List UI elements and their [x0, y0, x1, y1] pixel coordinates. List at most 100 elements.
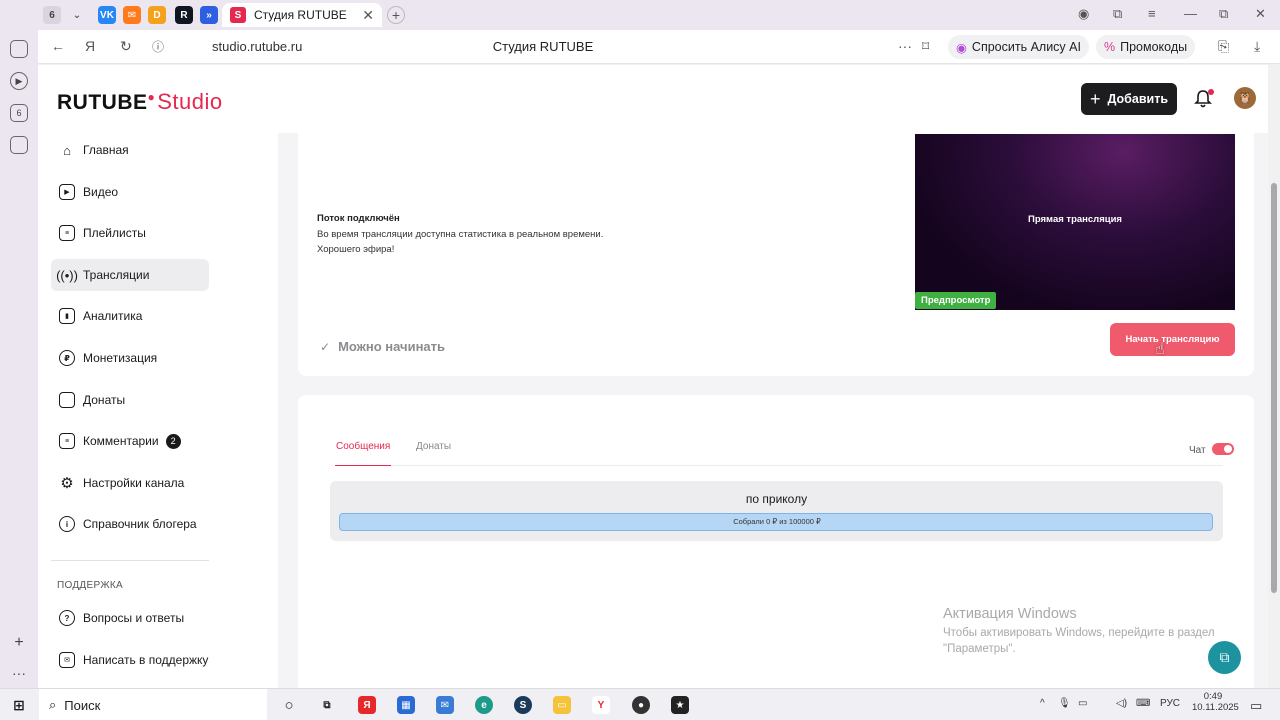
- active-tab-title: Студия RUTUBE: [254, 8, 347, 22]
- mail-icon: ✉: [59, 652, 75, 668]
- menu-icon[interactable]: ≡: [1148, 6, 1156, 21]
- network-icon[interactable]: ▭: [1078, 698, 1087, 709]
- sidebar-item-home[interactable]: ⌂ Главная: [51, 134, 209, 166]
- support-section-title: ПОДДЕРЖКА: [57, 580, 123, 591]
- sidebar-item-faq[interactable]: ? Вопросы и ответы: [51, 602, 209, 634]
- page-scrollbar[interactable]: [1268, 65, 1280, 688]
- video-icon: ▶: [59, 184, 75, 200]
- explorer-icon[interactable]: ▭: [553, 696, 571, 714]
- active-tab[interactable]: S Студия RUTUBE ✕: [222, 3, 382, 27]
- sidebar-item-broadcasts[interactable]: ((•)) Трансляции: [51, 259, 209, 291]
- sidebar-item-video[interactable]: ▶ Видео: [51, 176, 209, 208]
- rail-more-icon[interactable]: ···: [10, 664, 28, 682]
- support-chat-icon[interactable]: ⧉: [1208, 641, 1241, 674]
- goal-progress-text: Собрали 0 ₽ из 100000 ₽: [733, 517, 821, 526]
- download-icon[interactable]: ⤓: [1254, 38, 1260, 55]
- sidebar-item-label: Вопросы и ответы: [83, 611, 185, 625]
- volume-icon[interactable]: ◁): [1116, 698, 1127, 709]
- yandex-browser-icon[interactable]: Y: [592, 696, 610, 714]
- tab-donations[interactable]: Донаты: [416, 441, 451, 452]
- microphone-icon[interactable]: 🎙: [1058, 698, 1071, 709]
- new-tab-icon[interactable]: +: [387, 6, 405, 24]
- stream-status-line: Хорошего эфира!: [317, 244, 395, 255]
- add-button-label: Добавить: [1107, 92, 1169, 106]
- store-icon[interactable]: ▦: [397, 696, 415, 714]
- tab-group-counter[interactable]: 6: [43, 6, 61, 24]
- screenshot-icon[interactable]: [10, 136, 28, 154]
- add-button[interactable]: + Добавить: [1081, 83, 1177, 115]
- sidebar-item-label: Главная: [83, 143, 129, 157]
- language-indicator[interactable]: РУС: [1160, 698, 1180, 709]
- arrow-tab-icon[interactable]: »: [200, 6, 218, 24]
- steam-icon[interactable]: S: [514, 696, 532, 714]
- tray-chevron-icon[interactable]: ^: [1040, 698, 1045, 709]
- chat-toggle-label: Чат: [1189, 445, 1206, 456]
- goal-title: по приколу: [745, 492, 808, 506]
- rail-add-icon[interactable]: +: [10, 634, 28, 652]
- sidebar-item-contact-support[interactable]: ✉ Написать в поддержку: [51, 644, 209, 676]
- rutube-studio-logo[interactable]: RUTUBE●Studio: [57, 89, 223, 115]
- tab-counter-icon[interactable]: 6: [10, 104, 28, 122]
- clock[interactable]: 0:49 10.11.2025: [1192, 691, 1239, 713]
- obs-icon[interactable]: ●: [632, 696, 650, 714]
- chevron-down-icon[interactable]: ⌄: [68, 6, 86, 24]
- sidebar-item-donations[interactable]: Донаты: [51, 384, 209, 416]
- sidebar-item-monetization[interactable]: ₽ Монетизация: [51, 342, 209, 374]
- play-icon[interactable]: ▶: [10, 72, 28, 90]
- scroll-thumb[interactable]: [1271, 183, 1277, 593]
- ready-status: ✓ Можно начинать: [320, 339, 445, 354]
- tabs-overview-icon[interactable]: ⧉: [1113, 6, 1122, 22]
- close-tab-icon[interactable]: ✕: [362, 7, 374, 24]
- vk-tab-icon[interactable]: VK: [98, 6, 116, 24]
- avatar[interactable]: 🦉: [1234, 87, 1256, 109]
- sidebar-item-label: Монетизация: [83, 351, 158, 365]
- alice-icon: ◉: [956, 40, 967, 55]
- game-icon[interactable]: ★: [671, 696, 689, 714]
- mail-app-icon[interactable]: ✉: [436, 696, 454, 714]
- mail-tab-icon[interactable]: ✉: [123, 6, 141, 24]
- toggle-knob: [1224, 445, 1232, 453]
- start-broadcast-button[interactable]: Начать трансляцию: [1110, 323, 1235, 356]
- sidebar-item-channel-settings[interactable]: ⚙ Настройки канала: [51, 467, 209, 499]
- chat-toggle[interactable]: [1212, 443, 1234, 455]
- close-window-icon[interactable]: ✕: [1255, 6, 1266, 22]
- yandex-app-icon[interactable]: Я: [358, 696, 376, 714]
- donation-goal: по приколу Собрали 0 ₽ из 100000 ₽: [330, 481, 1223, 541]
- taskbar-search-label: Поиск: [64, 697, 101, 713]
- sidebar-item-analytics[interactable]: ▮ Аналитика: [51, 300, 209, 332]
- task-view-icon[interactable]: ⧉: [318, 696, 336, 714]
- sidebar-item-playlists[interactable]: ≡ Плейлисты: [51, 217, 209, 249]
- sidebar-item-blogger-guide[interactable]: i Справочник блогера: [51, 508, 209, 540]
- ready-label: Можно начинать: [338, 339, 446, 354]
- page-title: Студия RUTUBE: [492, 39, 594, 54]
- rutube-tab-icon[interactable]: R: [175, 6, 193, 24]
- reader-icon[interactable]: ⎘: [1218, 38, 1229, 55]
- stream-preview[interactable]: Прямая трансляция Предпросмотр: [915, 134, 1235, 310]
- more-icon[interactable]: ···: [898, 38, 912, 54]
- search-icon: ⌕: [49, 697, 57, 712]
- taskbar-search[interactable]: ⌕ Поиск: [39, 689, 267, 720]
- edge-icon[interactable]: e: [475, 696, 493, 714]
- cortana-icon[interactable]: ○: [280, 696, 298, 714]
- tab-messages[interactable]: Сообщения: [336, 441, 390, 452]
- profile-icon[interactable]: ◉: [1078, 6, 1089, 22]
- notification-dot: [1208, 89, 1214, 95]
- notifications-icon[interactable]: ▭: [1250, 698, 1262, 714]
- clock-date: 10.11.2025: [1192, 702, 1239, 713]
- windows-activation-watermark: Активация Windows Чтобы активировать Win…: [943, 606, 1215, 657]
- windows-start-icon[interactable]: ⊞: [10, 696, 28, 714]
- gear-icon: ⚙: [60, 475, 74, 492]
- sidebar-item-comments[interactable]: ≡ Комментарии 2: [51, 425, 209, 457]
- restore-icon[interactable]: ⧉: [1219, 6, 1228, 22]
- bookmark-icon[interactable]: ⌑: [922, 38, 929, 55]
- promo-button[interactable]: % Промокоды: [1096, 35, 1196, 59]
- dzen-tab-icon[interactable]: D: [148, 6, 166, 24]
- keyboard-icon[interactable]: ⌨: [1136, 698, 1150, 709]
- sidebar-item-label: Плейлисты: [83, 226, 146, 240]
- ask-alice-button[interactable]: ◉ Спросить Алису AI: [948, 35, 1089, 59]
- sidebar-divider: [51, 560, 209, 561]
- minimize-icon[interactable]: —: [1184, 6, 1197, 21]
- mouse-cursor-icon: ☝: [1155, 341, 1165, 358]
- sidebar-item-label: Справочник блогера: [83, 517, 197, 531]
- collections-icon[interactable]: [10, 40, 28, 58]
